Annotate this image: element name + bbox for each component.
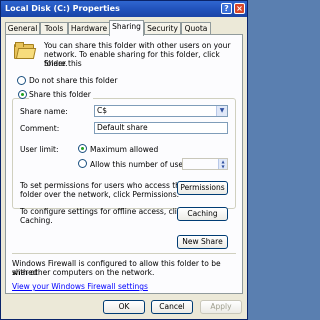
share-name-label: Share name:: [20, 107, 68, 116]
comment-input[interactable]: Default share: [94, 122, 228, 134]
offline-text-1: To configure settings for offline access…: [20, 207, 186, 216]
do-not-share-radio[interactable]: [17, 76, 26, 85]
cancel-button[interactable]: Cancel: [151, 300, 193, 314]
caching-button[interactable]: Caching: [177, 207, 228, 221]
new-share-button[interactable]: New Share: [177, 235, 228, 249]
tab-tools[interactable]: Tools: [40, 22, 68, 34]
share-name-value: C$: [97, 106, 108, 115]
tab-quota[interactable]: Quota: [181, 22, 211, 34]
apply-button[interactable]: Apply: [200, 300, 242, 314]
maximum-allowed-label[interactable]: Maximum allowed: [90, 145, 158, 154]
intro-line-2: network. To enable sharing for this fold…: [44, 50, 220, 68]
tab-sharing[interactable]: Sharing: [109, 20, 144, 36]
sharing-panel: You can share this folder with other use…: [5, 34, 243, 294]
maximum-allowed-radio[interactable]: [78, 144, 87, 153]
comment-label: Comment:: [20, 124, 60, 133]
divider: [12, 253, 236, 254]
close-button[interactable]: ×: [234, 3, 245, 14]
intro-line-3: folder.: [44, 59, 68, 68]
intro-line-1: You can share this folder with other use…: [44, 41, 231, 50]
permissions-text-2: folder over the network, click Permissio…: [20, 190, 180, 199]
share-folder-radio[interactable]: [18, 90, 27, 99]
shared-folder-icon: [14, 42, 37, 59]
properties-dialog: Local Disk (C:) Properties ? × General T…: [0, 0, 248, 320]
share-folder-label[interactable]: Share this folder: [29, 90, 93, 99]
allow-users-radio[interactable]: [78, 159, 87, 168]
firewall-text-2: with other computers on the network.: [12, 268, 155, 277]
title-bar[interactable]: Local Disk (C:) Properties ? ×: [1, 1, 247, 17]
do-not-share-label[interactable]: Do not share this folder: [29, 76, 117, 85]
chevron-down-icon[interactable]: ▼: [216, 106, 227, 116]
share-name-dropdown[interactable]: C$ ▼: [94, 105, 228, 117]
tab-hardware[interactable]: Hardware: [68, 22, 110, 34]
tab-general[interactable]: General: [5, 22, 40, 34]
spinner-arrows-icon[interactable]: ▲ ▼: [218, 159, 227, 169]
tab-security[interactable]: Security: [144, 22, 181, 34]
permissions-text-1: To set permissions for users who access …: [20, 181, 186, 190]
ok-button[interactable]: OK: [103, 300, 145, 314]
window-title: Local Disk (C:) Properties: [5, 4, 120, 13]
permissions-button[interactable]: Permissions: [177, 181, 228, 195]
help-button[interactable]: ?: [221, 3, 232, 14]
firewall-settings-link[interactable]: View your Windows Firewall settings: [12, 282, 148, 291]
user-limit-label: User limit:: [20, 145, 59, 154]
allow-users-label[interactable]: Allow this number of users:: [90, 160, 193, 169]
offline-text-2: Caching.: [20, 216, 53, 225]
user-count-spinner[interactable]: ▲ ▼: [182, 158, 228, 170]
